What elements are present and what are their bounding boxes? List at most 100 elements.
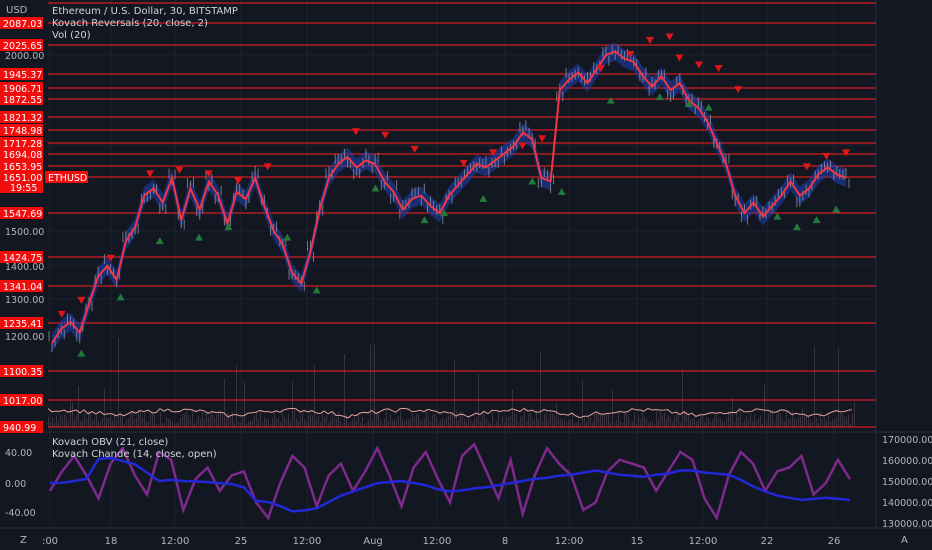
volume-bar xyxy=(788,419,789,427)
volume-bar xyxy=(428,417,429,427)
volume-bar xyxy=(592,422,593,427)
volume-bar xyxy=(410,418,411,427)
volume-bar xyxy=(80,420,81,427)
volume-bar xyxy=(212,410,213,427)
legend-title[interactable]: Ethereum / U.S. Dollar, 30, BITSTAMP xyxy=(52,6,238,18)
volume-bar xyxy=(692,419,693,427)
volume-bar xyxy=(540,351,541,427)
time-axis-tick: 25 xyxy=(235,536,248,547)
volume-bar xyxy=(580,422,581,427)
volume-bar xyxy=(638,415,639,427)
volume-bar xyxy=(782,419,783,427)
volume-bar xyxy=(564,420,565,427)
volume-bar xyxy=(584,416,585,427)
lower-pane-label-obv[interactable]: Kovach OBV (21, close) xyxy=(52,437,168,449)
volume-bar xyxy=(434,413,435,427)
bar-countdown-text: 19:55 xyxy=(10,183,37,194)
volume-bar xyxy=(806,415,807,427)
volume-bar xyxy=(286,419,287,427)
volume-bar xyxy=(778,411,779,427)
volume-bar xyxy=(600,414,601,427)
lower-pane-label-chande[interactable]: Kovach Chande (14, close, open) xyxy=(52,449,217,461)
price-level-label-text: 1694.08 xyxy=(3,150,42,161)
price-level-label: 1017.00 xyxy=(0,394,43,407)
symbol-tag-text: ETHUSD xyxy=(48,173,87,184)
volume-bar xyxy=(64,414,65,427)
volume-bar xyxy=(662,415,663,427)
volume-bar xyxy=(646,419,647,427)
price-level-label: 1748.98 xyxy=(0,124,43,137)
volume-bar xyxy=(590,417,591,427)
auto-scale-button[interactable]: A xyxy=(901,535,908,546)
volume-bar xyxy=(214,418,215,427)
volume-bar xyxy=(716,413,717,427)
legend-study-reversals[interactable]: Kovach Reversals (20, close, 2) xyxy=(52,18,208,30)
time-axis-tick: 22 xyxy=(761,536,774,547)
volume-bar xyxy=(652,420,653,427)
volume-bar xyxy=(420,420,421,427)
legend-study-volume[interactable]: Vol (20) xyxy=(52,30,91,42)
volume-bar xyxy=(402,419,403,427)
volume-bar xyxy=(442,417,443,427)
volume-bar xyxy=(448,416,449,427)
symbol-price-tag[interactable]: ETHUSD xyxy=(45,171,88,184)
volume-bar xyxy=(534,419,535,427)
volume-bar xyxy=(710,421,711,427)
volume-bar xyxy=(468,415,469,427)
volume-bar xyxy=(620,421,621,427)
volume-bar xyxy=(560,418,561,427)
volume-bar xyxy=(660,411,661,427)
volume-bar xyxy=(406,419,407,427)
volume-bar xyxy=(820,411,821,427)
volume-bar xyxy=(676,412,677,427)
volume-bar xyxy=(270,423,271,427)
time-axis-tick: 12:00 xyxy=(423,536,452,547)
volume-bar xyxy=(578,419,579,427)
volume-bar xyxy=(330,418,331,427)
volume-bar xyxy=(252,419,253,427)
volume-bar xyxy=(832,419,833,427)
zoom-button[interactable]: Z xyxy=(20,535,27,546)
volume-bar xyxy=(186,410,187,427)
price-level-label: 1100.35 xyxy=(0,365,43,378)
volume-bar xyxy=(430,420,431,427)
price-level-label: 1341.04 xyxy=(0,280,43,293)
price-axis-tick: 1300.00 xyxy=(5,295,44,306)
time-axis-tick: :00 xyxy=(42,536,58,547)
volume-bar xyxy=(62,417,63,427)
volume-bar xyxy=(464,418,465,427)
volume-bar xyxy=(842,413,843,427)
volume-bar xyxy=(130,413,131,427)
volume-bar xyxy=(152,411,153,427)
time-axis-tick: 12:00 xyxy=(161,536,190,547)
volume-bar xyxy=(476,416,477,427)
volume-bar xyxy=(510,416,511,427)
volume-bar xyxy=(52,417,53,427)
volume-bar xyxy=(458,419,459,427)
price-level-label: 1821.32 xyxy=(0,111,43,124)
volume-bar xyxy=(182,413,183,427)
volume-bar xyxy=(602,413,603,427)
lower-left-axis-tick: -40.00 xyxy=(5,508,36,519)
volume-bar xyxy=(334,417,335,427)
volume-bar xyxy=(470,419,471,427)
volume-bar xyxy=(48,417,49,427)
volume-bar xyxy=(408,419,409,427)
volume-bar xyxy=(794,418,795,427)
trading-chart[interactable]: 2087.032025.651945.371906.711872.551821.… xyxy=(0,0,932,550)
volume-bar xyxy=(176,422,177,427)
volume-bar xyxy=(422,420,423,427)
volume-bar xyxy=(376,413,377,427)
volume-bar xyxy=(538,419,539,427)
volume-bar xyxy=(324,416,325,427)
volume-bar xyxy=(104,388,105,427)
volume-bar xyxy=(74,418,75,427)
volume-bar xyxy=(204,418,205,427)
volume-bar xyxy=(196,419,197,427)
volume-bar xyxy=(400,410,401,427)
volume-bar xyxy=(708,418,709,427)
volume-bar xyxy=(194,423,195,427)
volume-bar xyxy=(798,417,799,427)
volume-bar xyxy=(810,420,811,427)
time-axis-tick: 12:00 xyxy=(293,536,322,547)
